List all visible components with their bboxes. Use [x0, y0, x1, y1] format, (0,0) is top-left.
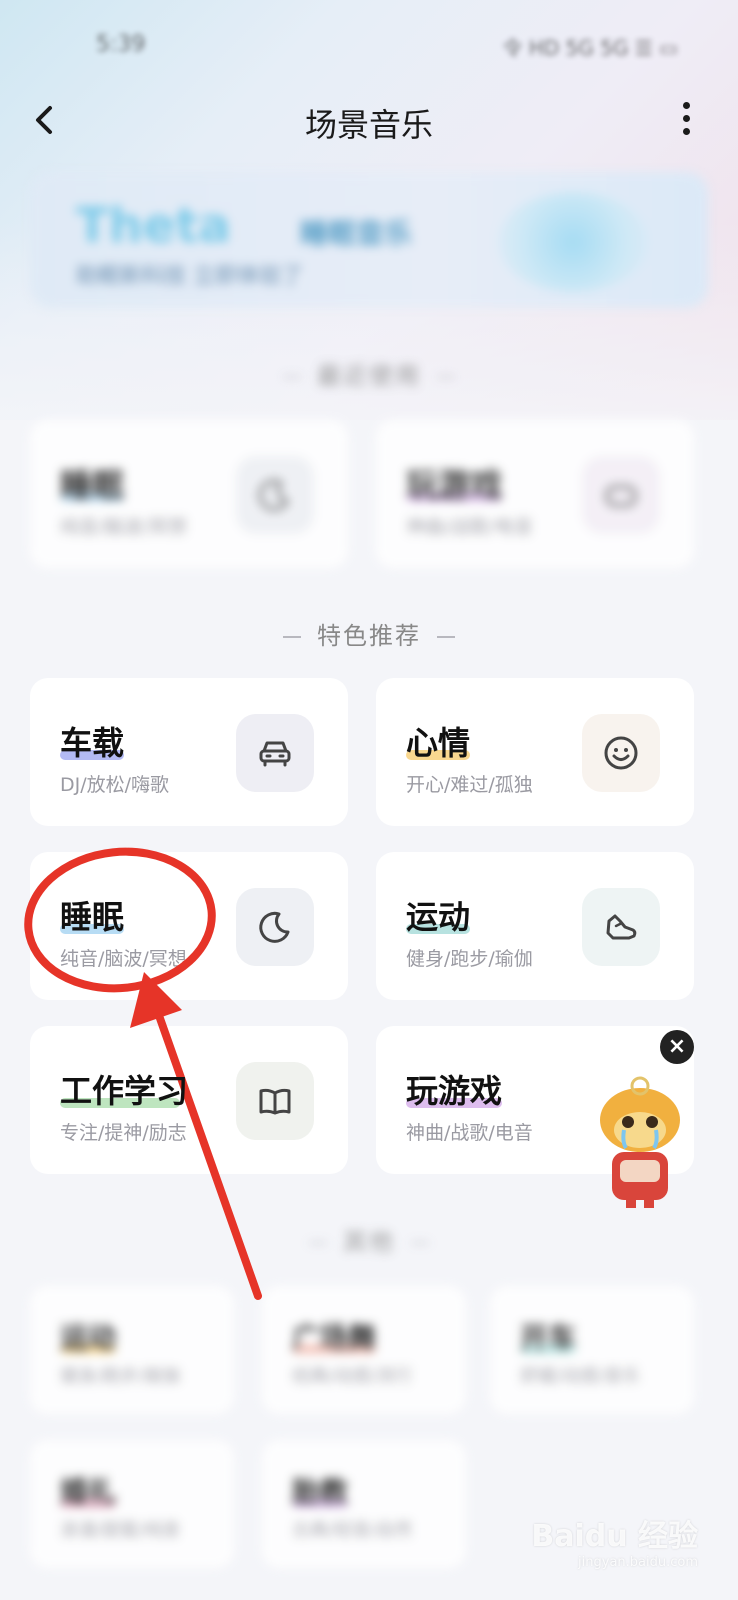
card-subtitle: 健身/跑步/瑜伽 [406, 948, 533, 970]
navigation-bar: 场景音乐 [0, 88, 738, 152]
card-subtitle: 古典/轻音/自然 [292, 1520, 413, 1541]
card-title: 婚礼 [60, 1475, 117, 1508]
promo-banner[interactable]: Theta 睡眠音乐 助眠新科技 立即体验了 [30, 172, 708, 308]
featured-card-work-study[interactable]: 工作学习 专注/提神/励志 [30, 1026, 348, 1174]
other-card[interactable]: 运动 健身/跑步/瑜伽 [30, 1286, 234, 1414]
other-card[interactable]: 胎教 古典/轻音/自然 [262, 1440, 466, 1568]
section-label: 最近使用 [317, 362, 421, 390]
car-icon [236, 714, 314, 792]
card-subtitle: 经典/动感/流行 [292, 1366, 413, 1387]
moon-icon [236, 456, 314, 534]
card-title: 睡眠 [60, 466, 125, 504]
other-card[interactable]: 开车 舒缓/动感/音乐 [490, 1286, 694, 1414]
watermark-text: Baidu 经验 [531, 1519, 698, 1554]
card-subtitle: 健身/跑步/瑜伽 [60, 1366, 181, 1387]
section-label: 其他 [343, 1228, 395, 1256]
status-bar: 5:39 令 HD 5G 5G ☰ ▭ [0, 20, 738, 70]
more-dot-icon [682, 115, 690, 122]
card-subtitle: 浪漫/甜蜜/纯音 [60, 1520, 181, 1541]
card-title: 玩游戏 [406, 466, 503, 504]
featured-card-sports[interactable]: 运动 健身/跑步/瑜伽 [376, 852, 694, 1000]
book-icon [236, 1062, 314, 1140]
baidu-watermark: Baidu 经验 jingyan.baidu.com [531, 1511, 698, 1570]
section-title-recent: 最近使用 [0, 356, 738, 391]
card-subtitle: 神曲/战歌/电音 [406, 516, 533, 538]
watermark-url: jingyan.baidu.com [578, 1555, 698, 1570]
card-title: 运动 [406, 898, 471, 936]
recent-card-gaming[interactable]: 玩游戏 神曲/战歌/电音 [376, 420, 694, 568]
card-title: 运动 [60, 1321, 117, 1354]
card-subtitle: DJ/放松/嗨歌 [60, 774, 170, 796]
other-card[interactable]: 广场舞 经典/动感/流行 [262, 1286, 466, 1414]
section-label: 特色推荐 [317, 622, 421, 650]
card-title: 玩游戏 [406, 1072, 503, 1110]
card-title: 胎教 [292, 1475, 349, 1508]
back-arrow-icon [36, 106, 52, 134]
gamepad-icon [582, 456, 660, 534]
other-card[interactable]: 婚礼 浪漫/甜蜜/纯音 [30, 1440, 234, 1568]
card-title: 工作学习 [60, 1072, 189, 1110]
page-title: 场景音乐 [304, 106, 433, 144]
card-subtitle: 开心/难过/孤独 [406, 774, 533, 796]
banner-title: Theta [76, 198, 231, 254]
card-title: 开车 [520, 1321, 577, 1354]
section-title-featured: 特色推荐 [0, 616, 738, 651]
status-icons: 令 HD 5G 5G ☰ ▭ [502, 36, 679, 60]
recent-card-sleep[interactable]: 睡眠 纯音/脑波/冥想 [30, 420, 348, 568]
card-title: 广场舞 [292, 1321, 377, 1354]
banner-subtitle: 助眠新科技 立即体验了 [76, 264, 303, 289]
card-subtitle: 纯音/脑波/冥想 [60, 948, 187, 970]
banner-title-secondary: 睡眠音乐 [300, 217, 413, 250]
back-button[interactable] [22, 96, 70, 144]
mascot-character[interactable] [590, 1072, 690, 1212]
card-subtitle: 舒缓/动感/音乐 [520, 1366, 641, 1387]
cloud-illustration [498, 192, 648, 292]
featured-card-car[interactable]: 车载 DJ/放松/嗨歌 [30, 678, 348, 826]
sneaker-icon [582, 888, 660, 966]
close-mascot-button[interactable]: × [660, 1030, 694, 1064]
card-subtitle: 神曲/战歌/电音 [406, 1122, 533, 1144]
more-dot-icon [682, 102, 690, 109]
featured-card-sleep[interactable]: 睡眠 纯音/脑波/冥想 [30, 852, 348, 1000]
more-menu-button[interactable] [674, 96, 698, 144]
card-title: 车载 [60, 724, 125, 762]
smiley-icon [582, 714, 660, 792]
featured-card-mood[interactable]: 心情 开心/难过/孤独 [376, 678, 694, 826]
section-title-other: 其他 [0, 1222, 738, 1257]
card-subtitle: 专注/提神/励志 [60, 1122, 187, 1144]
more-dot-icon [682, 128, 690, 135]
card-subtitle: 纯音/脑波/冥想 [60, 516, 187, 538]
card-title: 心情 [406, 724, 471, 762]
status-time: 5:39 [96, 32, 146, 57]
card-title: 睡眠 [60, 898, 125, 936]
moon-icon [236, 888, 314, 966]
